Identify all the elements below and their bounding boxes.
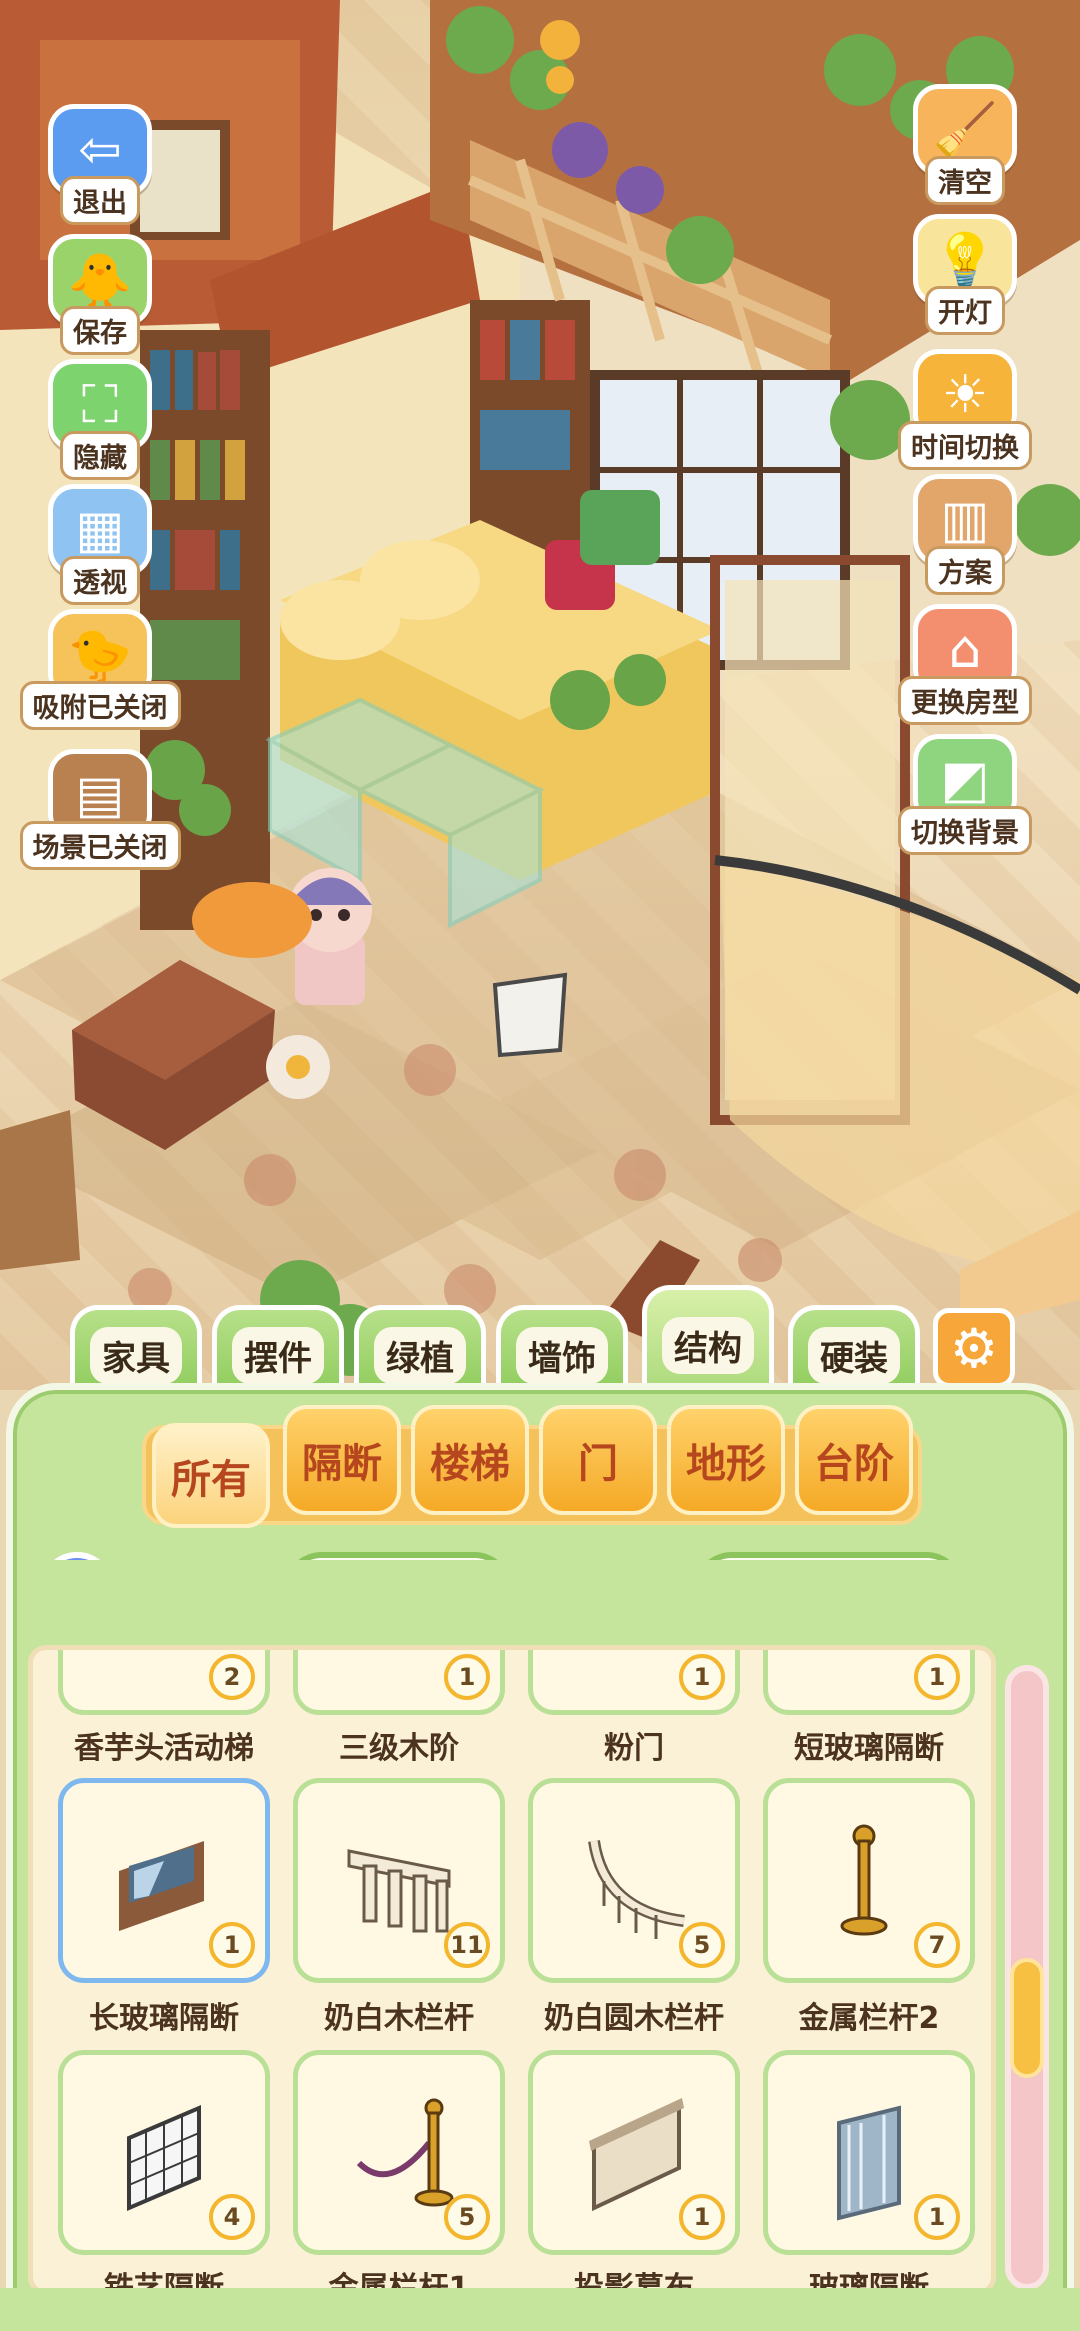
tab-label: 绿植 — [374, 1326, 466, 1384]
clear-label: 清空 — [925, 156, 1005, 205]
long-glass-partition-thumb — [119, 1840, 204, 1931]
switch-background-button[interactable]: ◩ 切换背景 — [890, 730, 1040, 855]
metal-railing-thumb — [840, 1824, 888, 1935]
item-count: 5 — [444, 2194, 490, 2240]
tab-label: 摆件 — [232, 1326, 324, 1384]
item-name: 长玻璃隔断 — [89, 2001, 239, 2036]
snap-toggle-button[interactable]: 🐤 吸附已关闭 — [19, 605, 181, 730]
tab-label: 硬装 — [808, 1326, 900, 1384]
item-card[interactable]: 1 — [763, 2050, 975, 2255]
item-card[interactable]: 1 — [58, 1778, 270, 1983]
panel-bottom — [0, 2288, 1080, 2331]
save-button[interactable]: 🐥 保存 — [25, 230, 175, 355]
plan-label: 方案 — [925, 546, 1005, 595]
subtab-terrain[interactable]: 地形 — [667, 1405, 785, 1515]
item-name: 香芋头活动梯 — [74, 1731, 254, 1766]
list-top-edge — [28, 1645, 996, 1663]
tab-label: 家具 — [90, 1326, 182, 1384]
tab-label: 结构 — [662, 1316, 754, 1374]
item-name: 三级木阶 — [339, 1731, 459, 1766]
subtab-stairs[interactable]: 楼梯 — [411, 1405, 529, 1515]
hide-button[interactable]: ⛶ 隐藏 — [25, 355, 175, 480]
glass-partition-thumb — [837, 2104, 901, 2221]
settings-button[interactable]: ⚙ — [933, 1308, 1015, 1388]
scene-label: 场景已关闭 — [19, 821, 181, 870]
item-count: 1 — [679, 2194, 725, 2240]
subtab-partition[interactable]: 隔断 — [283, 1405, 401, 1515]
iron-partition-thumb — [127, 2104, 201, 2211]
item-card[interactable]: 5 — [528, 1778, 740, 1983]
scene-toggle-button[interactable]: ▤ 场景已关闭 — [19, 745, 181, 870]
subtab-door[interactable]: 门 — [539, 1405, 657, 1515]
snap-label: 吸附已关闭 — [19, 681, 181, 730]
white-wood-railing-thumb — [347, 1848, 451, 1932]
item-card[interactable]: 1 — [528, 2050, 740, 2255]
exit-button[interactable]: ⇦ 退出 — [25, 100, 175, 225]
item-count: 1 — [914, 2194, 960, 2240]
scrollbar-thumb[interactable] — [1010, 1958, 1044, 2078]
tab-label: 墙饰 — [516, 1326, 608, 1384]
item-count: 7 — [914, 1922, 960, 1968]
time-switch-label: 时间切换 — [898, 421, 1032, 470]
item-count: 1 — [209, 1922, 255, 1968]
room-scene[interactable]: ⇦ 退出 🐥 保存 ⛶ 隐藏 ▦ 透视 🐤 吸附已关闭 ▤ 场景已关闭 🧹 清空… — [0, 0, 1080, 1390]
item-name: 粉门 — [604, 1731, 664, 1766]
list-top-mask — [33, 1560, 993, 1650]
item-card[interactable]: 11 — [293, 1778, 505, 1983]
item-name: 短玻璃隔断 — [794, 1731, 944, 1766]
exit-label: 退出 — [60, 176, 140, 225]
gear-icon: ⚙ — [949, 1316, 999, 1380]
clear-button[interactable]: 🧹 清空 — [890, 80, 1040, 205]
item-count: 11 — [444, 1922, 490, 1968]
hide-label: 隐藏 — [60, 431, 140, 480]
item-name: 金属栏杆2 — [798, 2001, 940, 2036]
subtab-steps[interactable]: 台阶 — [795, 1405, 913, 1515]
subtab-all[interactable]: 所有 — [152, 1423, 270, 1528]
plan-button[interactable]: ▥ 方案 — [890, 470, 1040, 595]
white-round-railing-thumb — [588, 1839, 685, 1939]
perspective-label: 透视 — [60, 556, 140, 605]
item-card[interactable]: 7 — [763, 1778, 975, 1983]
item-card[interactable]: 5 — [293, 2050, 505, 2255]
change-house-button[interactable]: ⌂ 更换房型 — [890, 600, 1040, 725]
switch-background-label: 切换背景 — [898, 806, 1032, 855]
item-name: 奶白木栏杆 — [324, 2001, 474, 2036]
change-house-label: 更换房型 — [898, 676, 1032, 725]
time-switch-button[interactable]: ☀ 时间切换 — [890, 345, 1040, 470]
perspective-button[interactable]: ▦ 透视 — [25, 480, 175, 605]
item-card[interactable]: 4 — [58, 2050, 270, 2255]
save-label: 保存 — [60, 306, 140, 355]
metal-railing-rope-thumb — [356, 2098, 454, 2206]
projection-screen-thumb — [589, 2097, 684, 2211]
item-count: 4 — [209, 2194, 255, 2240]
light-label: 开灯 — [925, 286, 1005, 335]
light-button[interactable]: 💡 开灯 — [890, 210, 1040, 335]
item-name: 奶白圆木栏杆 — [544, 2001, 724, 2036]
item-count: 5 — [679, 1922, 725, 1968]
